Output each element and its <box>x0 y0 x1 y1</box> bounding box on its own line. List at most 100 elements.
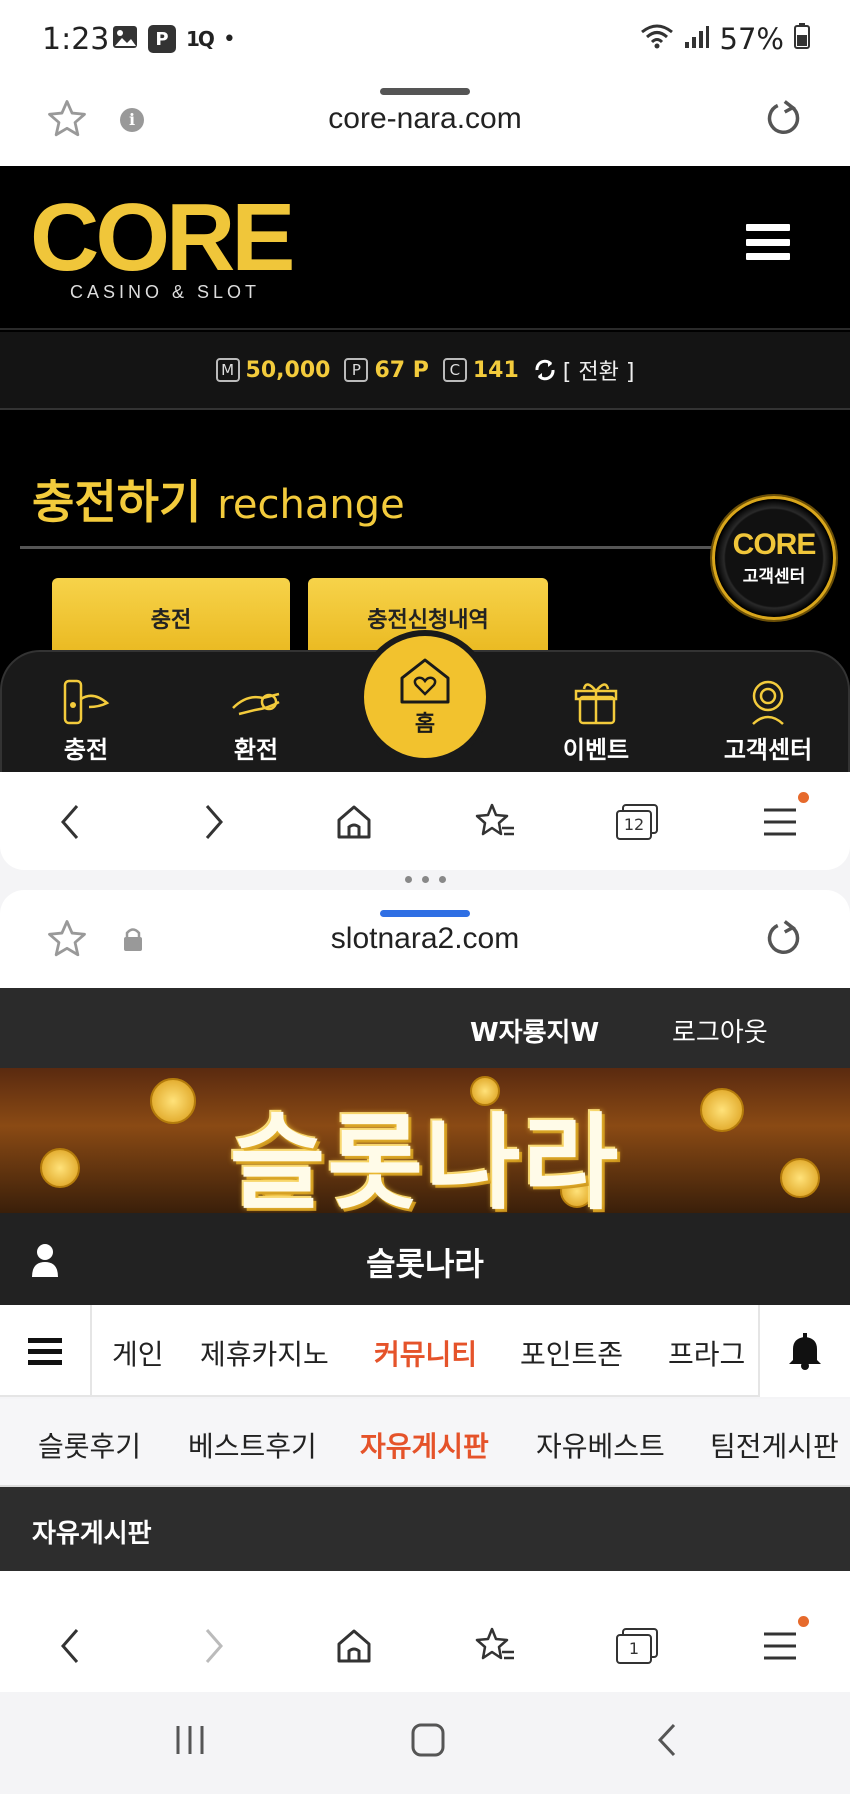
bookmarks-icon[interactable] <box>468 1618 524 1674</box>
drag-handle[interactable] <box>380 88 470 95</box>
menu-notification-dot <box>798 792 809 803</box>
forward-icon-disabled[interactable] <box>186 1618 242 1674</box>
nav-exchange[interactable]: 환전 <box>196 674 316 765</box>
nav-event-label: 이벤트 <box>562 736 630 764</box>
recharge-title-ko: 충전하기 <box>32 475 202 529</box>
nav-charge-label: 충전 <box>63 736 109 764</box>
nav-support[interactable]: 고객센터 <box>708 674 828 765</box>
username[interactable]: W자룡지W <box>470 1012 599 1049</box>
category-pragmatic[interactable]: 프라그 <box>668 1333 745 1373</box>
money-balance: M 50,000 <box>215 357 331 383</box>
core-menu-icon[interactable] <box>746 224 790 260</box>
banner-title: 슬롯나라 <box>229 1102 621 1213</box>
nav-support-label: 고객센터 <box>723 736 813 764</box>
wifi-icon <box>640 22 674 56</box>
status-notification-icons: P 1Q • <box>112 24 236 54</box>
core-logo[interactable]: CORE CASINO & SLOT <box>30 184 295 303</box>
cs-badge-logo: CORE <box>732 527 817 561</box>
home-system-icon[interactable] <box>410 1722 446 1762</box>
core-site-viewport: CORE CASINO & SLOT M 50,000 P 67 P C 141… <box>0 166 850 772</box>
sub-team-board[interactable]: 팀전게시판 <box>710 1425 839 1465</box>
heading-divider <box>20 546 720 549</box>
nav-exchange-label: 환전 <box>233 736 279 764</box>
browser-toolbar-bottom-window: 1 <box>0 1596 850 1694</box>
slotnara-site-header: 슬롯나라 <box>0 1213 850 1305</box>
core-header: CORE CASINO & SLOT <box>0 166 850 330</box>
url-text[interactable]: slotnara2.com <box>0 922 850 956</box>
status-bar: 1:23 P 1Q • 57% <box>0 0 850 78</box>
coin-value: 141 <box>472 357 519 383</box>
tabs-button[interactable]: 1 <box>610 1618 666 1674</box>
parking-app-icon: P <box>148 25 176 53</box>
board-title: 자유게시판 <box>32 1519 152 1549</box>
coin-balance: C 141 <box>442 357 519 383</box>
url-text[interactable]: core-nara.com <box>0 102 850 136</box>
bookmarks-icon[interactable] <box>468 794 524 850</box>
tab-count: 1 <box>616 1634 652 1664</box>
convert-label: [ 전환 ] <box>562 360 635 385</box>
category-community[interactable]: 커뮤니티 <box>374 1333 477 1373</box>
core-logo-wordmark: CORE <box>30 184 295 291</box>
tab-count: 12 <box>616 810 652 840</box>
category-point-zone[interactable]: 포인트존 <box>520 1333 623 1373</box>
app-1q-icon: 1Q <box>186 27 215 51</box>
money-tag-icon: M <box>215 358 240 382</box>
point-tag-icon: P <box>344 358 369 382</box>
recent-apps-icon[interactable] <box>172 1724 208 1760</box>
sub-free-best[interactable]: 자유베스트 <box>536 1425 665 1465</box>
category-partner-casino[interactable]: 제휴카지노 <box>200 1333 329 1373</box>
support-icon <box>708 674 828 730</box>
slotnara-user-bar: W자룡지W 로그아웃 <box>0 988 850 1068</box>
nav-home-button[interactable]: 홈 <box>358 630 492 764</box>
battery-icon <box>794 22 810 56</box>
charge-tab-button[interactable]: 충전 <box>52 578 290 658</box>
category-menu-icon[interactable] <box>0 1305 92 1397</box>
system-back-icon[interactable] <box>652 1722 682 1762</box>
site-title[interactable]: 슬롯나라 <box>0 1239 850 1285</box>
category-nav: 게인 제휴카지노 커뮤니티 포인트존 프라그 <box>0 1305 850 1397</box>
gift-icon <box>536 674 656 730</box>
point-balance: P 67 P <box>344 358 429 383</box>
category-game[interactable]: 게인 <box>112 1333 164 1373</box>
refresh-icon <box>535 359 555 381</box>
nav-charge[interactable]: 충전 <box>26 674 146 765</box>
browser-menu-icon[interactable] <box>752 794 808 850</box>
sub-slot-review[interactable]: 슬롯후기 <box>38 1425 141 1465</box>
menu-notification-dot <box>798 1616 809 1627</box>
split-screen-divider[interactable] <box>0 872 850 886</box>
sub-best-review[interactable]: 베스트후기 <box>188 1425 317 1465</box>
reload-icon[interactable] <box>762 98 804 144</box>
home-heart-icon <box>400 658 450 704</box>
back-icon[interactable] <box>42 794 98 850</box>
subcategory-nav: 슬롯후기 베스트후기 자유게시판 자유베스트 팀전게시판 <box>0 1399 850 1487</box>
board-content <box>0 1571 850 1597</box>
clock: 1:23 <box>42 22 110 57</box>
coin-tag-icon: C <box>442 358 467 382</box>
more-notifications-dot-icon: • <box>222 26 236 52</box>
browser-toolbar-top-window: 12 <box>0 772 850 870</box>
slotnara-banner[interactable]: 슬롯나라 <box>0 1068 850 1213</box>
recharge-heading: 충전하기 rechange <box>32 466 405 532</box>
browser-address-bar: i core-nara.com <box>0 78 850 166</box>
sub-free-board[interactable]: 자유게시판 <box>360 1425 489 1465</box>
forward-icon[interactable] <box>186 794 242 850</box>
home-icon[interactable] <box>326 1618 382 1674</box>
signal-icon <box>684 22 710 56</box>
recharge-title-en: rechange <box>217 482 405 528</box>
convert-button[interactable]: [ 전환 ] <box>533 354 635 386</box>
money-value: 50,000 <box>245 357 331 383</box>
drag-handle-active[interactable] <box>380 910 470 917</box>
customer-center-floating-button[interactable]: CORE 고객센터 <box>712 496 836 620</box>
reload-icon[interactable] <box>762 918 804 964</box>
nav-event[interactable]: 이벤트 <box>536 674 656 765</box>
home-icon[interactable] <box>326 794 382 850</box>
notification-bell-icon[interactable] <box>758 1305 850 1397</box>
tabs-button[interactable]: 12 <box>610 794 666 850</box>
browser-address-bar-second: slotnara2.com <box>0 890 850 988</box>
charge-icon <box>26 674 146 730</box>
browser-menu-icon[interactable] <box>752 1618 808 1674</box>
cs-badge-label: 고객센터 <box>742 566 806 587</box>
back-icon[interactable] <box>42 1618 98 1674</box>
logout-link[interactable]: 로그아웃 <box>672 1012 768 1049</box>
balance-bar: M 50,000 P 67 P C 141 [ 전환 ] <box>0 332 850 410</box>
